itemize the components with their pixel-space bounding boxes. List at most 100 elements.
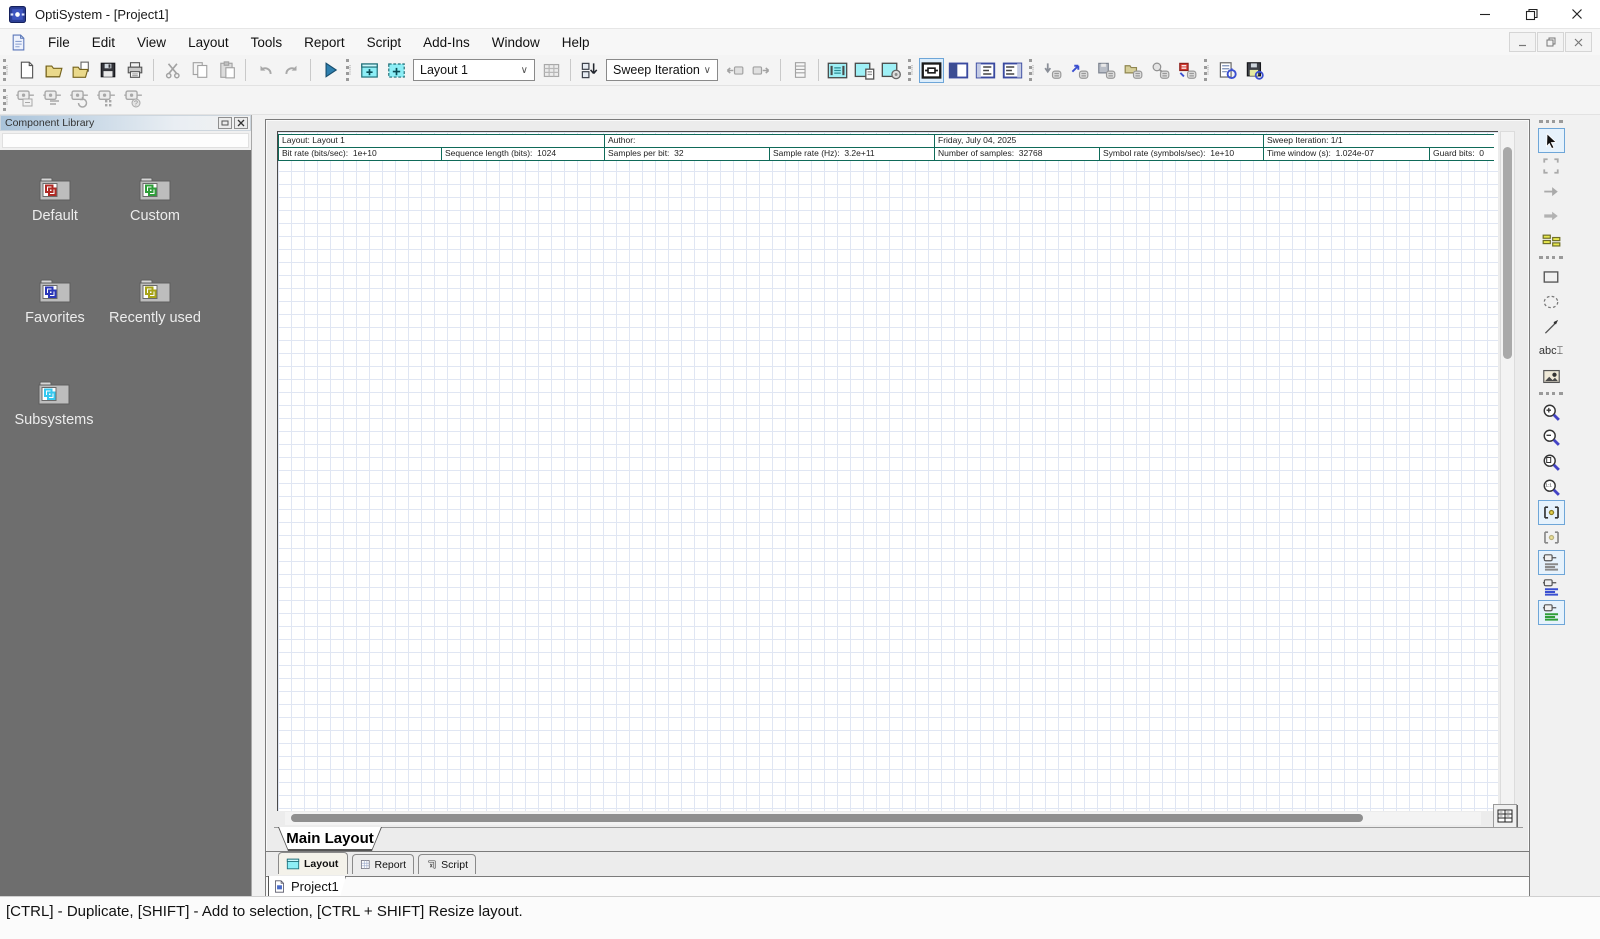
distribute-components-button[interactable]: [1538, 575, 1565, 600]
paste-button[interactable]: [214, 58, 239, 83]
wire-bundle-button[interactable]: [1538, 228, 1565, 253]
layout-properties-button[interactable]: [1493, 804, 1517, 828]
main-layout-tab[interactable]: Main Layout: [278, 827, 382, 851]
component-library-filter[interactable]: [2, 133, 249, 148]
script-load-button[interactable]: [1121, 58, 1146, 83]
rectangle-tool-button[interactable]: [1538, 264, 1565, 289]
script-debug-button[interactable]: [1175, 58, 1200, 83]
toolbar-grip[interactable]: [346, 59, 351, 81]
open-project-button[interactable]: [41, 58, 66, 83]
report-settings-button[interactable]: [1215, 58, 1240, 83]
zoom-actual-button[interactable]: 1:1: [1538, 475, 1565, 500]
layout-selector[interactable]: Layout 1 ∨: [413, 59, 535, 81]
tab-report[interactable]: Report: [352, 854, 414, 874]
sweep-mode-selector[interactable]: Sweep Iteration ∨: [606, 59, 718, 81]
text-tool-button[interactable]: abc⌶: [1538, 339, 1565, 364]
cut-button[interactable]: [160, 58, 185, 83]
line-tool-button[interactable]: [1538, 314, 1565, 339]
menu-tools[interactable]: Tools: [240, 31, 294, 54]
save-project-button[interactable]: [95, 58, 120, 83]
next-sweep-button[interactable]: [749, 58, 774, 83]
layout-canvas[interactable]: Layout: Layout 1 Author: Friday, July 04…: [277, 131, 1498, 811]
script-step-button[interactable]: [1067, 58, 1092, 83]
horizontal-scrollbar[interactable]: [285, 812, 1481, 825]
save-results-button[interactable]: [1242, 58, 1267, 83]
script-save-button[interactable]: [1094, 58, 1119, 83]
show-layout-button[interactable]: [825, 58, 850, 83]
minimize-button[interactable]: [1462, 0, 1508, 29]
toolbar-grip[interactable]: [1204, 59, 1209, 81]
fit-vertical-button[interactable]: [1538, 525, 1565, 550]
undo-button[interactable]: [252, 58, 277, 83]
script-find-button[interactable]: [1148, 58, 1173, 83]
scrollbar-thumb[interactable]: [1503, 147, 1512, 359]
close-button[interactable]: [1554, 0, 1600, 29]
component-array-button[interactable]: [95, 88, 120, 113]
image-tool-button[interactable]: [1538, 364, 1565, 389]
fit-horizontal-button[interactable]: [1538, 500, 1565, 525]
toolbar-grip[interactable]: [908, 59, 913, 81]
menu-addins[interactable]: Add-Ins: [412, 31, 481, 54]
script-run-button[interactable]: [1040, 58, 1065, 83]
menu-layout[interactable]: Layout: [177, 31, 240, 54]
library-folder-default[interactable]: Default: [10, 175, 100, 224]
toolbar-grip[interactable]: [1539, 256, 1563, 261]
ellipse-tool-button[interactable]: [1538, 289, 1565, 314]
iterations-table-button[interactable]: [787, 58, 812, 83]
vertical-scrollbar[interactable]: [1500, 131, 1515, 811]
snap-to-grid-button[interactable]: [1538, 600, 1565, 625]
previous-sweep-button[interactable]: [722, 58, 747, 83]
layout-parameters-button[interactable]: [539, 58, 564, 83]
show-script-button[interactable]: [879, 58, 904, 83]
open-sample-button[interactable]: [68, 58, 93, 83]
scrollbar-thumb[interactable]: [291, 814, 1363, 822]
panel-close-button[interactable]: [234, 117, 248, 129]
calculate-play-button[interactable]: [317, 58, 342, 83]
view-component-button[interactable]: [919, 58, 944, 83]
print-button[interactable]: [122, 58, 147, 83]
library-folder-favorites[interactable]: Favorites: [10, 277, 100, 326]
zoom-out-button[interactable]: [1538, 425, 1565, 450]
view-details-right-button[interactable]: [1000, 58, 1025, 83]
library-folder-recently-used[interactable]: Recently used: [95, 277, 215, 326]
toolbar-grip[interactable]: [3, 59, 8, 81]
component-rotate-button[interactable]: [68, 88, 93, 113]
mdi-close-button[interactable]: [1565, 32, 1592, 52]
panel-dock-button[interactable]: [218, 117, 232, 129]
view-details-left-button[interactable]: [973, 58, 998, 83]
sweep-order-button[interactable]: [577, 58, 602, 83]
menu-window[interactable]: Window: [481, 31, 551, 54]
zoom-page-button[interactable]: [1538, 450, 1565, 475]
menu-view[interactable]: View: [126, 31, 177, 54]
layout-parameters-table[interactable]: Layout: Layout 1 Author: Friday, July 04…: [278, 134, 1494, 161]
toolbar-grip[interactable]: [1539, 392, 1563, 397]
zoom-in-button[interactable]: [1538, 400, 1565, 425]
duplicate-layout-button[interactable]: [384, 58, 409, 83]
connect-arrow-button[interactable]: [1538, 178, 1565, 203]
new-document-button[interactable]: [14, 58, 39, 83]
component-library-header[interactable]: Component Library: [0, 115, 251, 131]
component-notes-button[interactable]: [41, 88, 66, 113]
toolbar-grip[interactable]: [1029, 59, 1034, 81]
select-tool-button[interactable]: [1538, 128, 1565, 153]
library-folder-custom[interactable]: Custom: [100, 175, 210, 224]
toolbar-grip[interactable]: [3, 89, 8, 111]
copy-button[interactable]: [187, 58, 212, 83]
tab-project1[interactable]: Project1: [268, 876, 346, 897]
component-help-button[interactable]: ?: [122, 88, 147, 113]
menu-edit[interactable]: Edit: [81, 31, 126, 54]
new-layout-button[interactable]: [357, 58, 382, 83]
menu-script[interactable]: Script: [356, 31, 413, 54]
component-properties-button[interactable]: [14, 88, 39, 113]
view-split-button[interactable]: [946, 58, 971, 83]
library-folder-subsystems[interactable]: Subsystems: [2, 379, 106, 428]
tab-layout[interactable]: Layout: [278, 852, 348, 874]
toolbar-grip[interactable]: [1539, 120, 1563, 125]
tab-script[interactable]: Script: [418, 854, 476, 874]
redo-button[interactable]: [279, 58, 304, 83]
mdi-restore-button[interactable]: [1537, 32, 1564, 52]
mdi-minimize-button[interactable]: [1509, 32, 1536, 52]
show-report-button[interactable]: [852, 58, 877, 83]
menu-file[interactable]: File: [37, 31, 81, 54]
menu-help[interactable]: Help: [551, 31, 601, 54]
